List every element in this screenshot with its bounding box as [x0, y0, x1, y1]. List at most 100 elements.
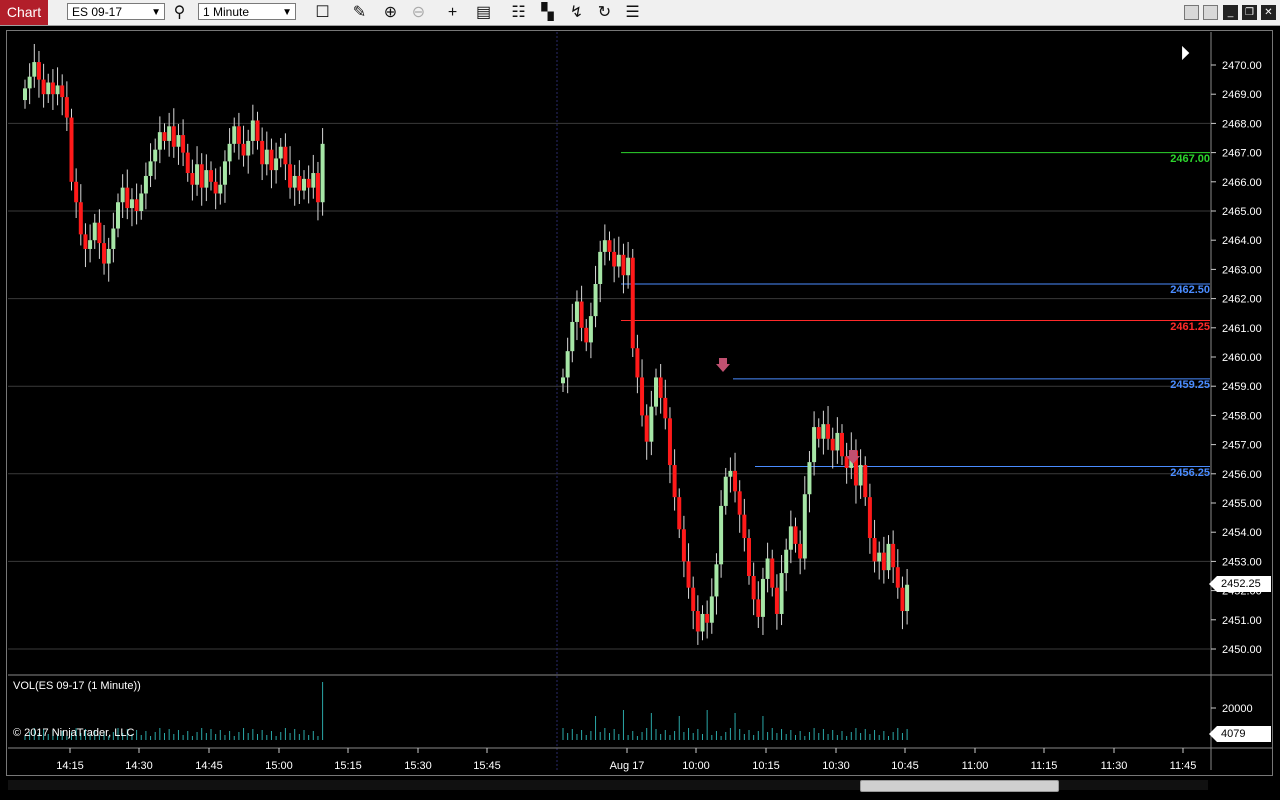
candle-body [877, 552, 882, 562]
candle-body [241, 143, 246, 156]
candle-body [863, 465, 868, 498]
scrollbar-thumb[interactable] [860, 780, 1059, 792]
copyright-text: © 2017 NinjaTrader, LLC [13, 727, 135, 739]
candle-body [579, 301, 584, 328]
candle-body [654, 377, 658, 407]
candle-body [88, 240, 93, 249]
candle-body [139, 193, 144, 211]
candle-body [570, 321, 575, 352]
price-axis-label: 2465.00 [1222, 206, 1262, 218]
candle-body [640, 377, 645, 416]
candle-body [92, 222, 97, 241]
candle-body [36, 62, 41, 80]
candle-body [78, 202, 83, 235]
candle-body [812, 427, 817, 463]
candle-body [602, 240, 607, 252]
candle-body [185, 152, 190, 174]
price-axis-label: 2455.00 [1222, 498, 1262, 510]
candle-body [765, 558, 770, 579]
candle-body [905, 584, 910, 612]
candle-body [807, 462, 812, 495]
candle-body [802, 494, 807, 559]
candle-body [691, 587, 696, 612]
candle-body [798, 543, 803, 559]
price-axis-label: 2457.00 [1222, 440, 1262, 452]
price-axis-label: 2458.00 [1222, 410, 1262, 422]
candle-body [199, 164, 204, 188]
candle-body [250, 120, 255, 141]
candle-body [900, 587, 905, 612]
candle-body [649, 406, 654, 442]
candle-body [157, 132, 162, 150]
candle-body [302, 178, 306, 191]
candle-body [306, 178, 311, 188]
time-axis-label: 11:30 [1101, 760, 1128, 772]
candle-body [867, 497, 872, 539]
time-axis-label: 10:45 [891, 760, 919, 772]
candle-body [663, 397, 668, 419]
candle-body [134, 199, 139, 211]
candle-body [858, 465, 863, 486]
candle-body [283, 146, 288, 165]
price-axis-label: 2461.00 [1222, 323, 1262, 335]
time-axis-label: 15:45 [473, 760, 501, 772]
candle-body [672, 465, 677, 498]
candle-body [891, 543, 896, 568]
time-axis-label: 10:00 [682, 760, 710, 772]
time-axis-label: 14:15 [56, 760, 84, 772]
candle-body [162, 132, 167, 141]
time-axis-label: Aug 17 [610, 760, 645, 772]
candle-body [574, 301, 579, 322]
candle-body [630, 257, 635, 349]
price-axis-label: 2466.00 [1222, 177, 1262, 189]
price-level-label: 2456.25 [1170, 466, 1210, 479]
candle-body [74, 181, 79, 203]
candle-body [27, 76, 32, 89]
candle-body [213, 181, 218, 194]
down-arrow-icon [716, 358, 730, 372]
last-price-marker: 2452.25 [1209, 576, 1271, 592]
time-axis-label: 11:15 [1031, 760, 1058, 772]
time-axis-label: 10:15 [752, 760, 780, 772]
candle-body [719, 505, 724, 565]
candle-body [742, 514, 747, 539]
candle-body [195, 164, 200, 185]
candle-body [32, 62, 37, 77]
candle-body [733, 470, 738, 492]
price-chart[interactable]: 2470.00 2469.00 2468.00 2467.00 2466.00 2465.… [0, 0, 1280, 800]
candle-body [588, 316, 593, 343]
volume-axis-label: 20000 [1222, 703, 1253, 715]
candle-body [644, 415, 649, 442]
candle-body [64, 97, 69, 118]
candle-body [41, 79, 46, 95]
candle-body [770, 558, 775, 588]
price-axis-label: 2454.00 [1222, 527, 1262, 539]
candle-body [835, 432, 840, 451]
price-level-label: 2459.25 [1170, 378, 1210, 391]
candle-body [895, 567, 900, 588]
scroll-to-end-icon[interactable]: ⏵ [1180, 42, 1200, 66]
candle-body [190, 173, 195, 185]
candle-body [881, 552, 886, 571]
candle-body [677, 497, 682, 530]
candle-body [737, 491, 742, 515]
candle-body [714, 564, 719, 597]
candle-body [728, 470, 733, 477]
candle-body [793, 526, 798, 544]
candle-body [176, 135, 181, 147]
candle-body [779, 573, 784, 614]
candle-body [125, 187, 130, 209]
candle-body [120, 187, 125, 203]
candle-body [83, 234, 88, 249]
candle-body [751, 576, 756, 600]
price-axis-label: 2463.00 [1222, 264, 1262, 276]
candle-body [635, 348, 640, 378]
candle-body [756, 599, 761, 617]
candle-body [760, 578, 765, 617]
candle-body [705, 613, 710, 623]
candle-body [50, 82, 55, 95]
candle-body [788, 526, 793, 550]
candle-body [598, 251, 603, 284]
price-axis-label: 2462.00 [1222, 294, 1262, 306]
price-axis-label: 2467.00 [1222, 148, 1262, 160]
